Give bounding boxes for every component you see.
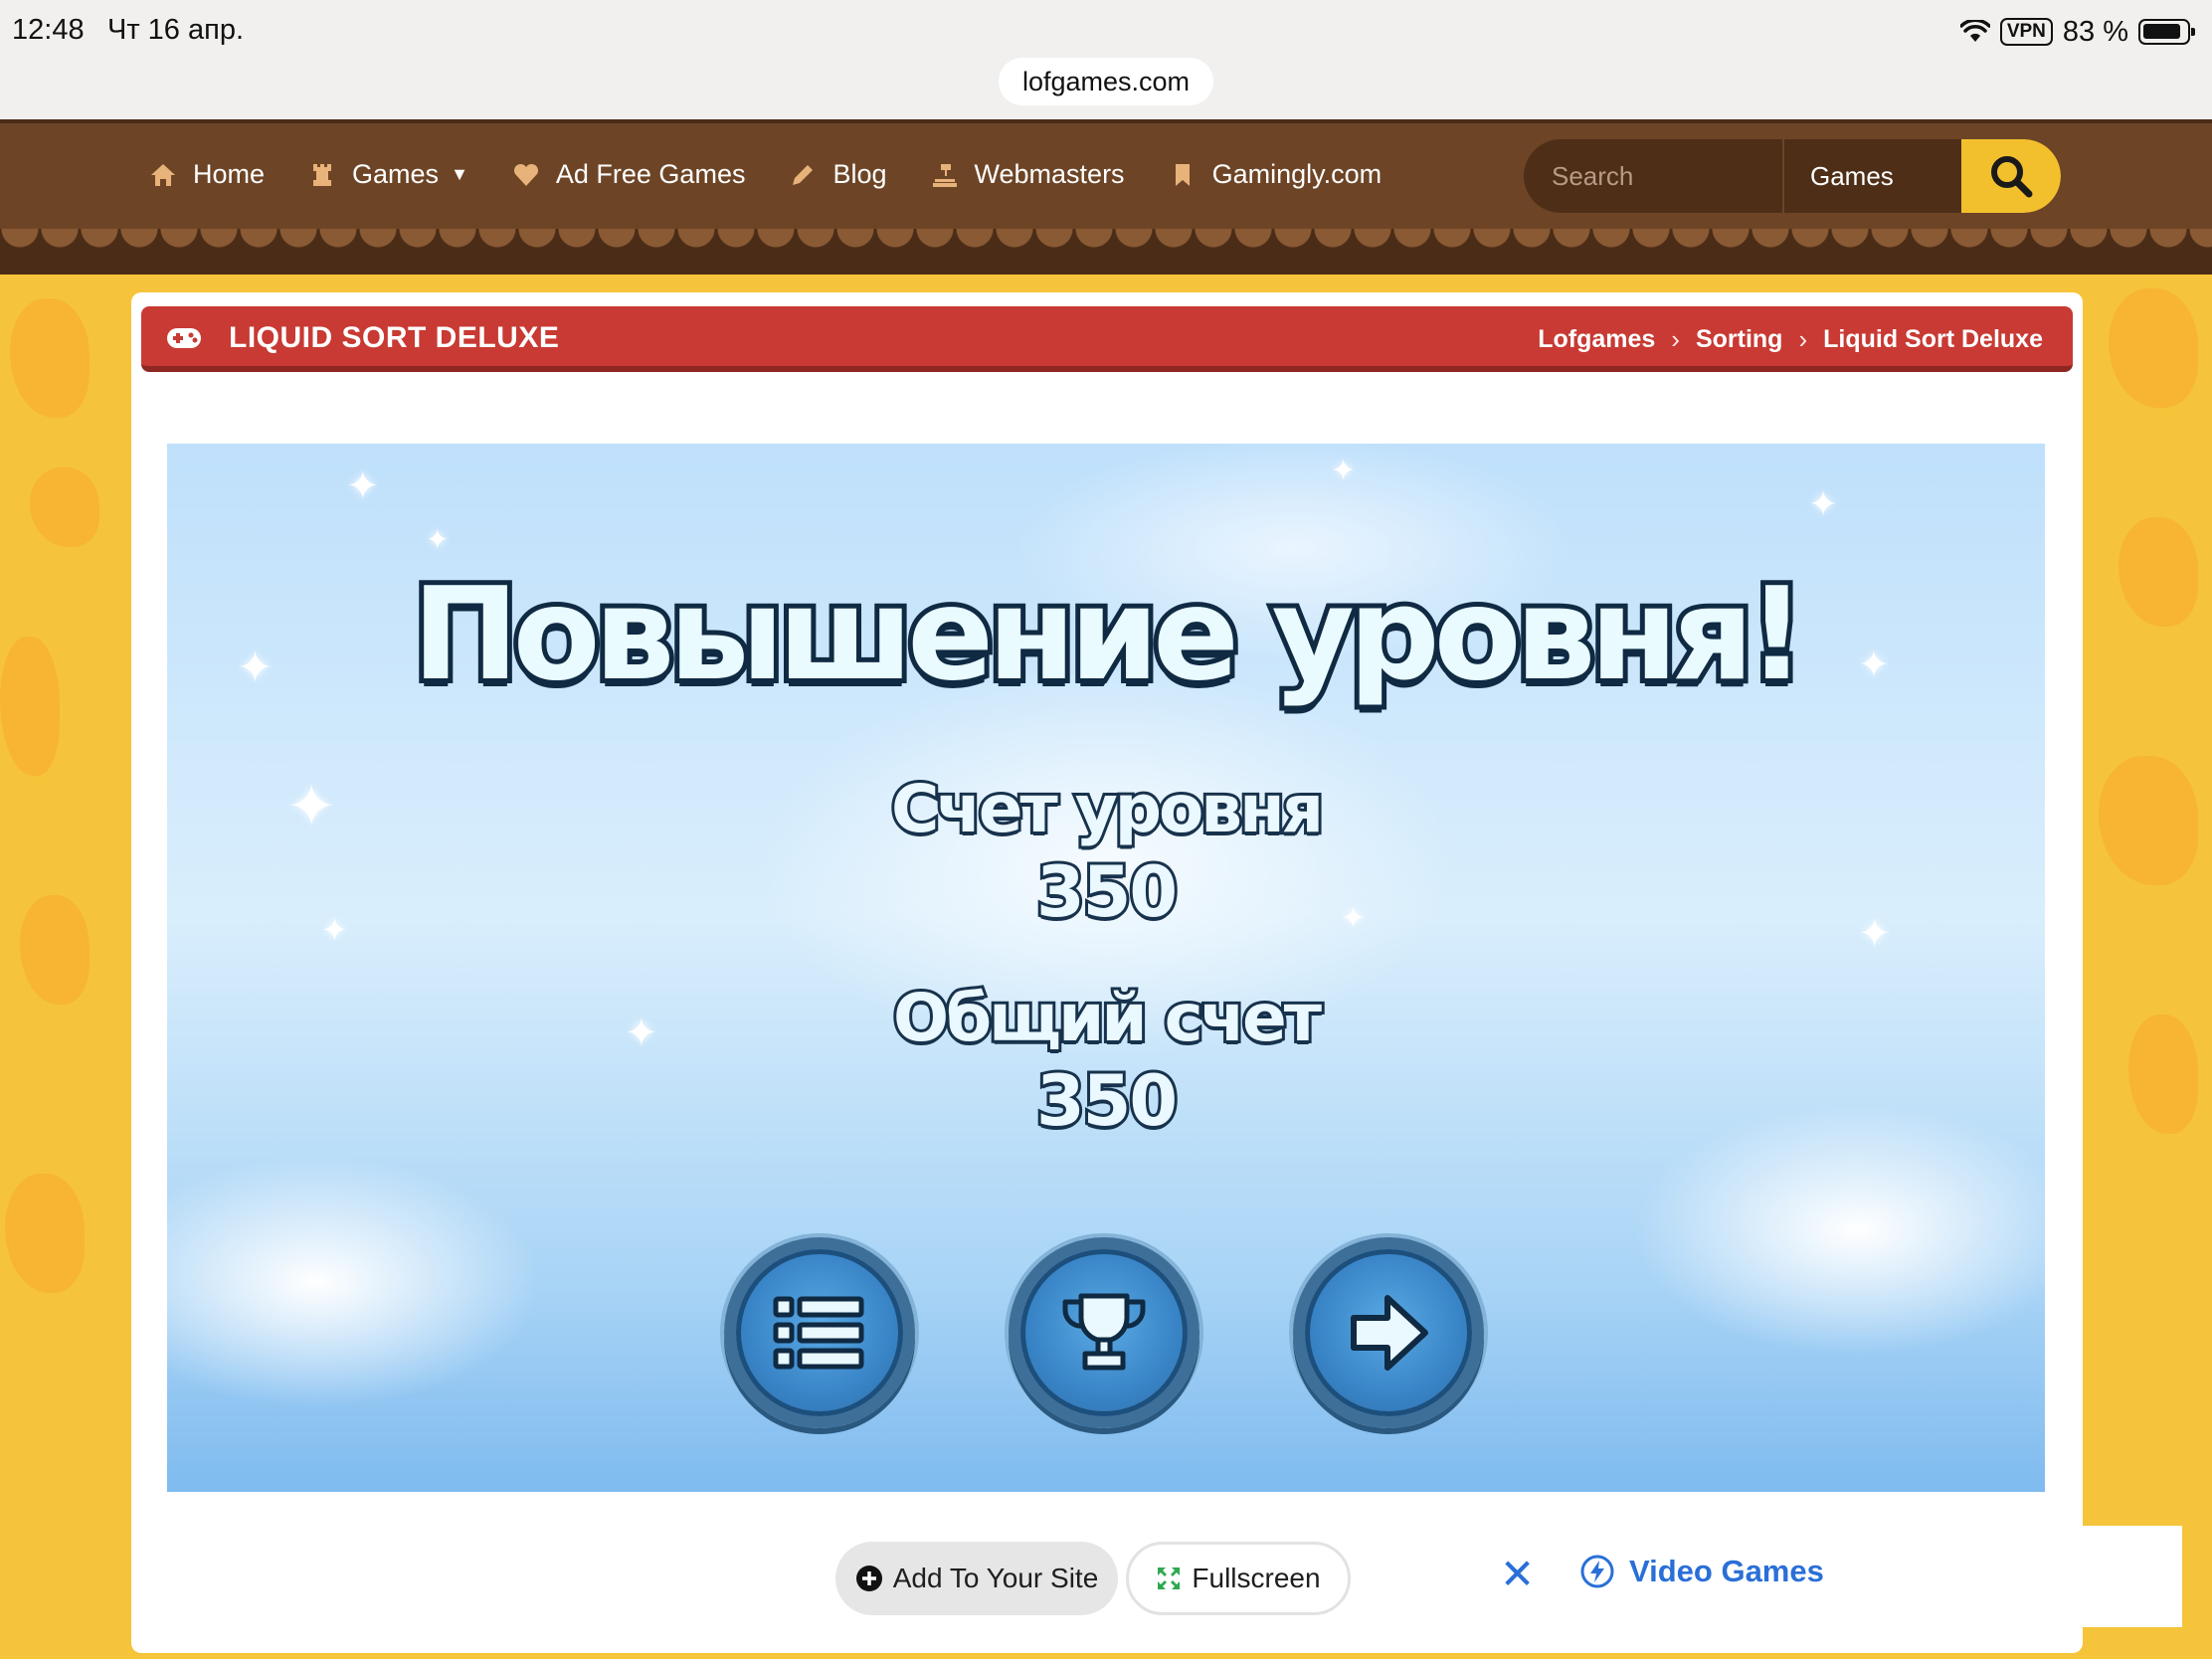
level-score: Счет уровня 350	[167, 768, 2045, 936]
battery-icon	[2138, 19, 2195, 45]
leaderboard-button[interactable]	[1009, 1237, 1199, 1428]
sparkle-icon: ✦	[346, 464, 380, 508]
plus-circle-icon	[855, 1566, 882, 1591]
video-games-link[interactable]: Video Games	[1579, 1554, 1824, 1589]
nav-blog-label: Blog	[832, 159, 887, 189]
chevron-right-icon: ›	[1671, 324, 1680, 354]
menu-list-icon	[773, 1296, 864, 1370]
nav-ad-free-games[interactable]: Ad Free Games	[512, 159, 746, 190]
search-input[interactable]	[1524, 139, 1782, 213]
add-to-site-label: Add To Your Site	[892, 1563, 1099, 1593]
status-indicators: VPN 83 %	[1959, 14, 2195, 50]
ad-banner: ✕ Video Games	[1462, 1526, 2182, 1627]
search-box: Games	[1524, 139, 2061, 213]
sparkle-icon: ✦	[1808, 483, 1839, 524]
site-header: Home Games ▼ Ad Free Games Blog Webmaste…	[0, 119, 2212, 275]
nav-games-label: Games	[352, 159, 440, 189]
fullscreen-button[interactable]: Fullscreen	[1126, 1542, 1351, 1615]
chess-rook-icon	[313, 163, 332, 186]
nav-gamingly[interactable]: Gamingly.com	[1169, 159, 1382, 190]
add-to-site-button[interactable]: Add To Your Site	[835, 1542, 1118, 1615]
wifi-icon	[1959, 20, 1990, 42]
search-button[interactable]	[1961, 139, 2061, 213]
level-score-label: Счет уровня	[888, 768, 1327, 850]
nav-home-label: Home	[193, 159, 266, 189]
total-score-value: 350	[1033, 1057, 1181, 1145]
level-score-value: 350	[1033, 848, 1181, 936]
next-arrow-icon	[1351, 1295, 1428, 1371]
lightning-circle-icon	[1580, 1555, 1614, 1588]
close-icon[interactable]: ✕	[1500, 1550, 1535, 1598]
next-level-button[interactable]	[1293, 1237, 1484, 1428]
game-title: LIQUID SORT DELUXE	[229, 321, 560, 354]
chevron-right-icon: ›	[1798, 324, 1808, 354]
sparkle-icon: ✦	[426, 524, 450, 555]
search-icon	[1991, 156, 2033, 198]
total-score: Общий счет 350	[167, 977, 2045, 1145]
game-card: LIQUID SORT DELUXE Lofgames › Sorting › …	[131, 292, 2083, 1653]
nav-blog[interactable]: Blog	[789, 159, 887, 190]
fullscreen-label: Fullscreen	[1192, 1563, 1321, 1593]
level-menu-button[interactable]	[724, 1237, 915, 1428]
chevron-down-icon: ▼	[451, 164, 468, 184]
nav-ad-free-label: Ad Free Games	[555, 159, 746, 189]
status-date: Чт 16 апр.	[107, 14, 244, 46]
vpn-badge: VPN	[1999, 18, 2053, 46]
home-icon	[151, 163, 175, 186]
trophy-icon	[1062, 1293, 1146, 1371]
nav-webmasters[interactable]: Webmasters	[931, 159, 1125, 190]
search-category-select[interactable]: Games	[1782, 139, 1961, 213]
video-games-label: Video Games	[1629, 1554, 1824, 1588]
nav-games[interactable]: Games ▼	[308, 159, 468, 190]
breadcrumb-current: Liquid Sort Deluxe	[1823, 325, 2043, 353]
sparkle-icon: ✦	[1331, 455, 1357, 487]
total-score-label: Общий счет	[890, 977, 1325, 1059]
level-up-heading: Повышение уровня!	[407, 556, 1810, 714]
breadcrumb: Lofgames › Sorting › Liquid Sort Deluxe	[1538, 324, 2043, 355]
nav-gamingly-label: Gamingly.com	[1211, 159, 1382, 189]
game-title-bar: LIQUID SORT DELUXE Lofgames › Sorting › …	[141, 306, 2073, 372]
address-bar[interactable]: lofgames.com	[999, 58, 1213, 105]
breadcrumb-sorting[interactable]: Sorting	[1696, 325, 1783, 354]
battery-percent: 83 %	[2062, 15, 2128, 48]
browser-status-bar: 12:48 Чт 16 апр. VPN 83 % lofgames.com	[0, 0, 2212, 119]
heart-icon	[513, 163, 538, 186]
main-nav: Home Games ▼ Ad Free Games Blog Webmaste…	[149, 159, 1382, 190]
gavel-icon	[932, 163, 957, 187]
nav-home[interactable]: Home	[149, 159, 265, 190]
game-canvas[interactable]: ✦ ✦ ✦ ✦ ✦ ✦ ✦ ✦ ✦ ✦ ✦ ✦ Повышение уровня…	[167, 444, 2045, 1492]
expand-icon	[1158, 1567, 1181, 1589]
gamepad-icon	[167, 328, 201, 348]
bookmark-icon	[1175, 163, 1190, 186]
pencil-icon	[793, 164, 814, 185]
breadcrumb-lofgames[interactable]: Lofgames	[1538, 325, 1655, 354]
nav-webmasters-label: Webmasters	[974, 159, 1125, 189]
status-time: 12:48	[12, 14, 85, 46]
